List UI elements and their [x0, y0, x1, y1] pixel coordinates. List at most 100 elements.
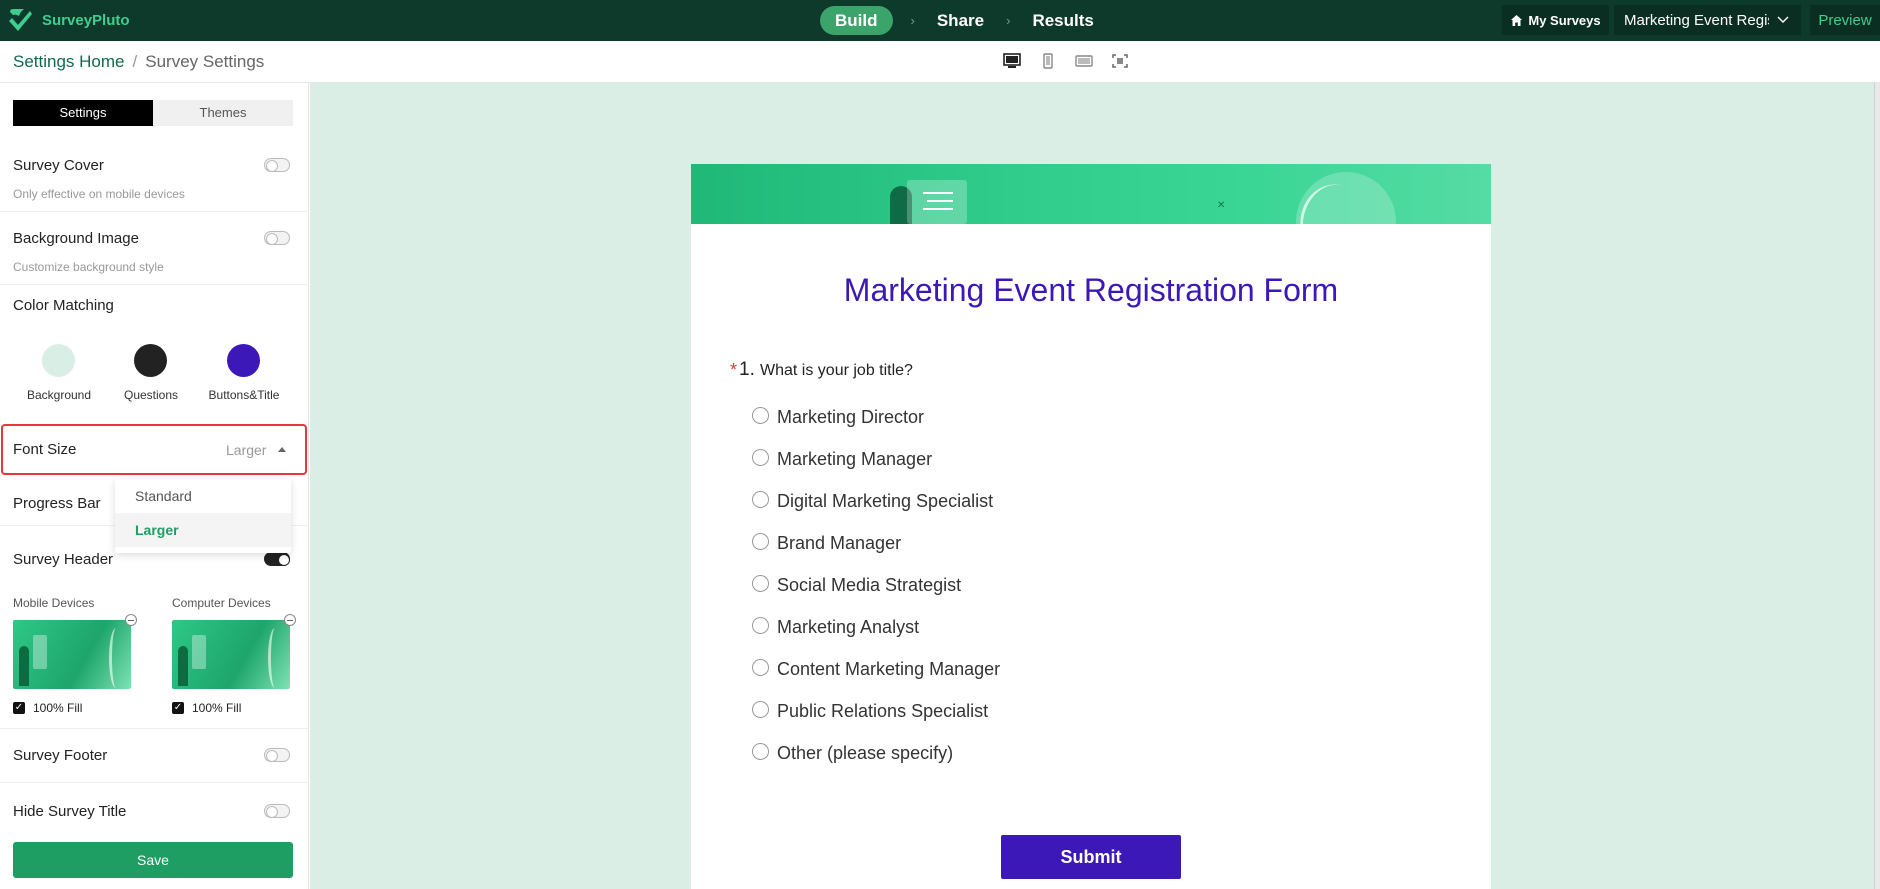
- radio-button[interactable]: [752, 659, 769, 676]
- survey-footer-title: Survey Footer: [13, 747, 108, 764]
- my-surveys-label: My Surveys: [1528, 12, 1601, 28]
- option-label: Marketing Analyst: [777, 616, 920, 637]
- settings-panel: Settings Themes Survey Cover Only effect…: [0, 83, 309, 889]
- dropdown-option-standard[interactable]: Standard: [115, 479, 291, 513]
- radio-button[interactable]: [752, 617, 769, 634]
- option-marketing-analyst[interactable]: Marketing Analyst: [752, 616, 919, 638]
- font-size-select[interactable]: Larger: [226, 442, 266, 458]
- top-bar: SurveyPluto Build › Share › Results My S…: [0, 0, 1880, 41]
- option-other[interactable]: Other (please specify): [752, 742, 953, 764]
- form-title: Marketing Event Registration Form: [843, 272, 1339, 308]
- mobile-icon[interactable]: [1039, 53, 1057, 69]
- breadcrumb-current: Survey Settings: [145, 52, 265, 71]
- vertical-scrollbar[interactable]: [1874, 83, 1880, 889]
- preview-button[interactable]: Preview: [1810, 5, 1880, 35]
- radio-button[interactable]: [752, 449, 769, 466]
- survey-cover-toggle[interactable]: [264, 158, 290, 172]
- submit-button[interactable]: Submit: [1001, 835, 1181, 879]
- sparkle-icon: ✕: [1217, 200, 1226, 211]
- brand-name: SurveyPluto: [42, 11, 130, 29]
- breadcrumb: Settings Home / Survey Settings: [13, 52, 264, 72]
- option-label: Content Marketing Manager: [777, 658, 1001, 679]
- divider: [0, 211, 309, 212]
- brand-logo-icon: [9, 9, 32, 31]
- survey-footer-toggle[interactable]: [264, 748, 290, 762]
- option-marketing-director[interactable]: Marketing Director: [752, 406, 924, 428]
- option-marketing-manager[interactable]: Marketing Manager: [752, 448, 932, 470]
- computer-fill-checkbox[interactable]: ✓: [172, 702, 184, 714]
- survey-header-title: Survey Header: [13, 551, 114, 568]
- remove-computer-header-icon[interactable]: [284, 614, 296, 626]
- hide-survey-title-toggle[interactable]: [264, 804, 290, 818]
- option-label: Social Media Strategist: [777, 574, 962, 595]
- option-digital-marketing-specialist[interactable]: Digital Marketing Specialist: [752, 490, 993, 512]
- divider: [0, 284, 309, 285]
- step-results[interactable]: Results: [1028, 11, 1097, 31]
- font-size-dropdown: Standard Larger: [115, 479, 291, 553]
- mobile-fill-label: 100% Fill: [33, 701, 83, 715]
- brand[interactable]: SurveyPluto: [6, 6, 130, 34]
- dropdown-option-larger[interactable]: Larger: [115, 513, 291, 547]
- radio-button[interactable]: [752, 491, 769, 508]
- tab-themes[interactable]: Themes: [153, 100, 293, 126]
- survey-header-toggle[interactable]: [264, 552, 290, 566]
- survey-form: ✕ Marketing Event Registration Form * 1.…: [691, 164, 1491, 889]
- clipboard-illustration: [907, 180, 967, 224]
- remove-mobile-header-icon[interactable]: [125, 614, 137, 626]
- mobile-header-thumbnail[interactable]: [13, 620, 131, 689]
- survey-cover-desc: Only effective on mobile devices: [13, 187, 185, 201]
- option-social-media-strategist[interactable]: Social Media Strategist: [752, 574, 961, 596]
- tab-settings[interactable]: Settings: [13, 100, 153, 126]
- mobile-fill-checkbox[interactable]: ✓: [13, 702, 25, 714]
- progress-bar-title: Progress Bar: [13, 495, 101, 512]
- step-build[interactable]: Build: [820, 6, 893, 35]
- radio-button[interactable]: [752, 533, 769, 550]
- tablet-icon[interactable]: [1075, 53, 1093, 69]
- computer-header-thumbnail[interactable]: [172, 620, 290, 689]
- computer-devices-label: Computer Devices: [172, 596, 271, 610]
- radio-button[interactable]: [752, 407, 769, 424]
- home-icon: [1511, 14, 1523, 26]
- option-content-marketing-manager[interactable]: Content Marketing Manager: [752, 658, 1000, 680]
- step-nav: Build › Share › Results: [820, 5, 1098, 36]
- survey-select[interactable]: Marketing Event Registration Form: [1614, 5, 1801, 35]
- buttons-title-color-swatch[interactable]: [227, 344, 260, 377]
- option-label: Digital Marketing Specialist: [777, 490, 994, 511]
- radio-button[interactable]: [752, 575, 769, 592]
- swatch-label-background: Background: [26, 388, 92, 402]
- survey-header-banner: ✕: [691, 164, 1491, 224]
- option-label: Public Relations Specialist: [777, 700, 989, 721]
- breadcrumb-settings-home[interactable]: Settings Home: [13, 52, 125, 72]
- divider: [0, 782, 309, 783]
- mobile-devices-label: Mobile Devices: [13, 596, 95, 610]
- option-label: Other (please specify): [777, 742, 954, 763]
- option-brand-manager[interactable]: Brand Manager: [752, 532, 901, 554]
- computer-fill-label: 100% Fill: [192, 701, 242, 715]
- question-number: 1.: [739, 359, 755, 380]
- save-button[interactable]: Save: [13, 842, 293, 878]
- option-public-relations-specialist[interactable]: Public Relations Specialist: [752, 700, 988, 722]
- my-surveys-button[interactable]: My Surveys: [1502, 5, 1609, 35]
- fullscreen-icon[interactable]: [1111, 53, 1129, 69]
- font-size-title: Font Size: [13, 441, 77, 458]
- sub-bar: Settings Home / Survey Settings: [0, 41, 1880, 83]
- chevron-down-icon: [1777, 16, 1789, 23]
- caret-up-icon: [278, 447, 286, 452]
- panel-tabs: Settings Themes: [13, 100, 293, 126]
- survey-select-value: Marketing Event Registration Form: [1624, 11, 1769, 29]
- questions-color-swatch[interactable]: [134, 344, 167, 377]
- desktop-icon[interactable]: [1003, 53, 1021, 69]
- chevron-right-icon: ›: [910, 13, 915, 28]
- background-color-swatch[interactable]: [42, 344, 75, 377]
- radio-button[interactable]: [752, 701, 769, 718]
- step-share[interactable]: Share: [933, 11, 988, 31]
- swatch-label-buttons-title: Buttons&Title: [208, 388, 280, 402]
- survey-cover-title: Survey Cover: [13, 157, 104, 174]
- option-label: Marketing Manager: [777, 448, 933, 469]
- radio-button[interactable]: [752, 743, 769, 760]
- hide-survey-title-title: Hide Survey Title: [13, 803, 127, 820]
- option-label: Brand Manager: [777, 532, 902, 553]
- background-image-toggle[interactable]: [264, 231, 290, 245]
- swatch-label-questions: Questions: [123, 388, 179, 402]
- breadcrumb-separator: /: [132, 52, 138, 71]
